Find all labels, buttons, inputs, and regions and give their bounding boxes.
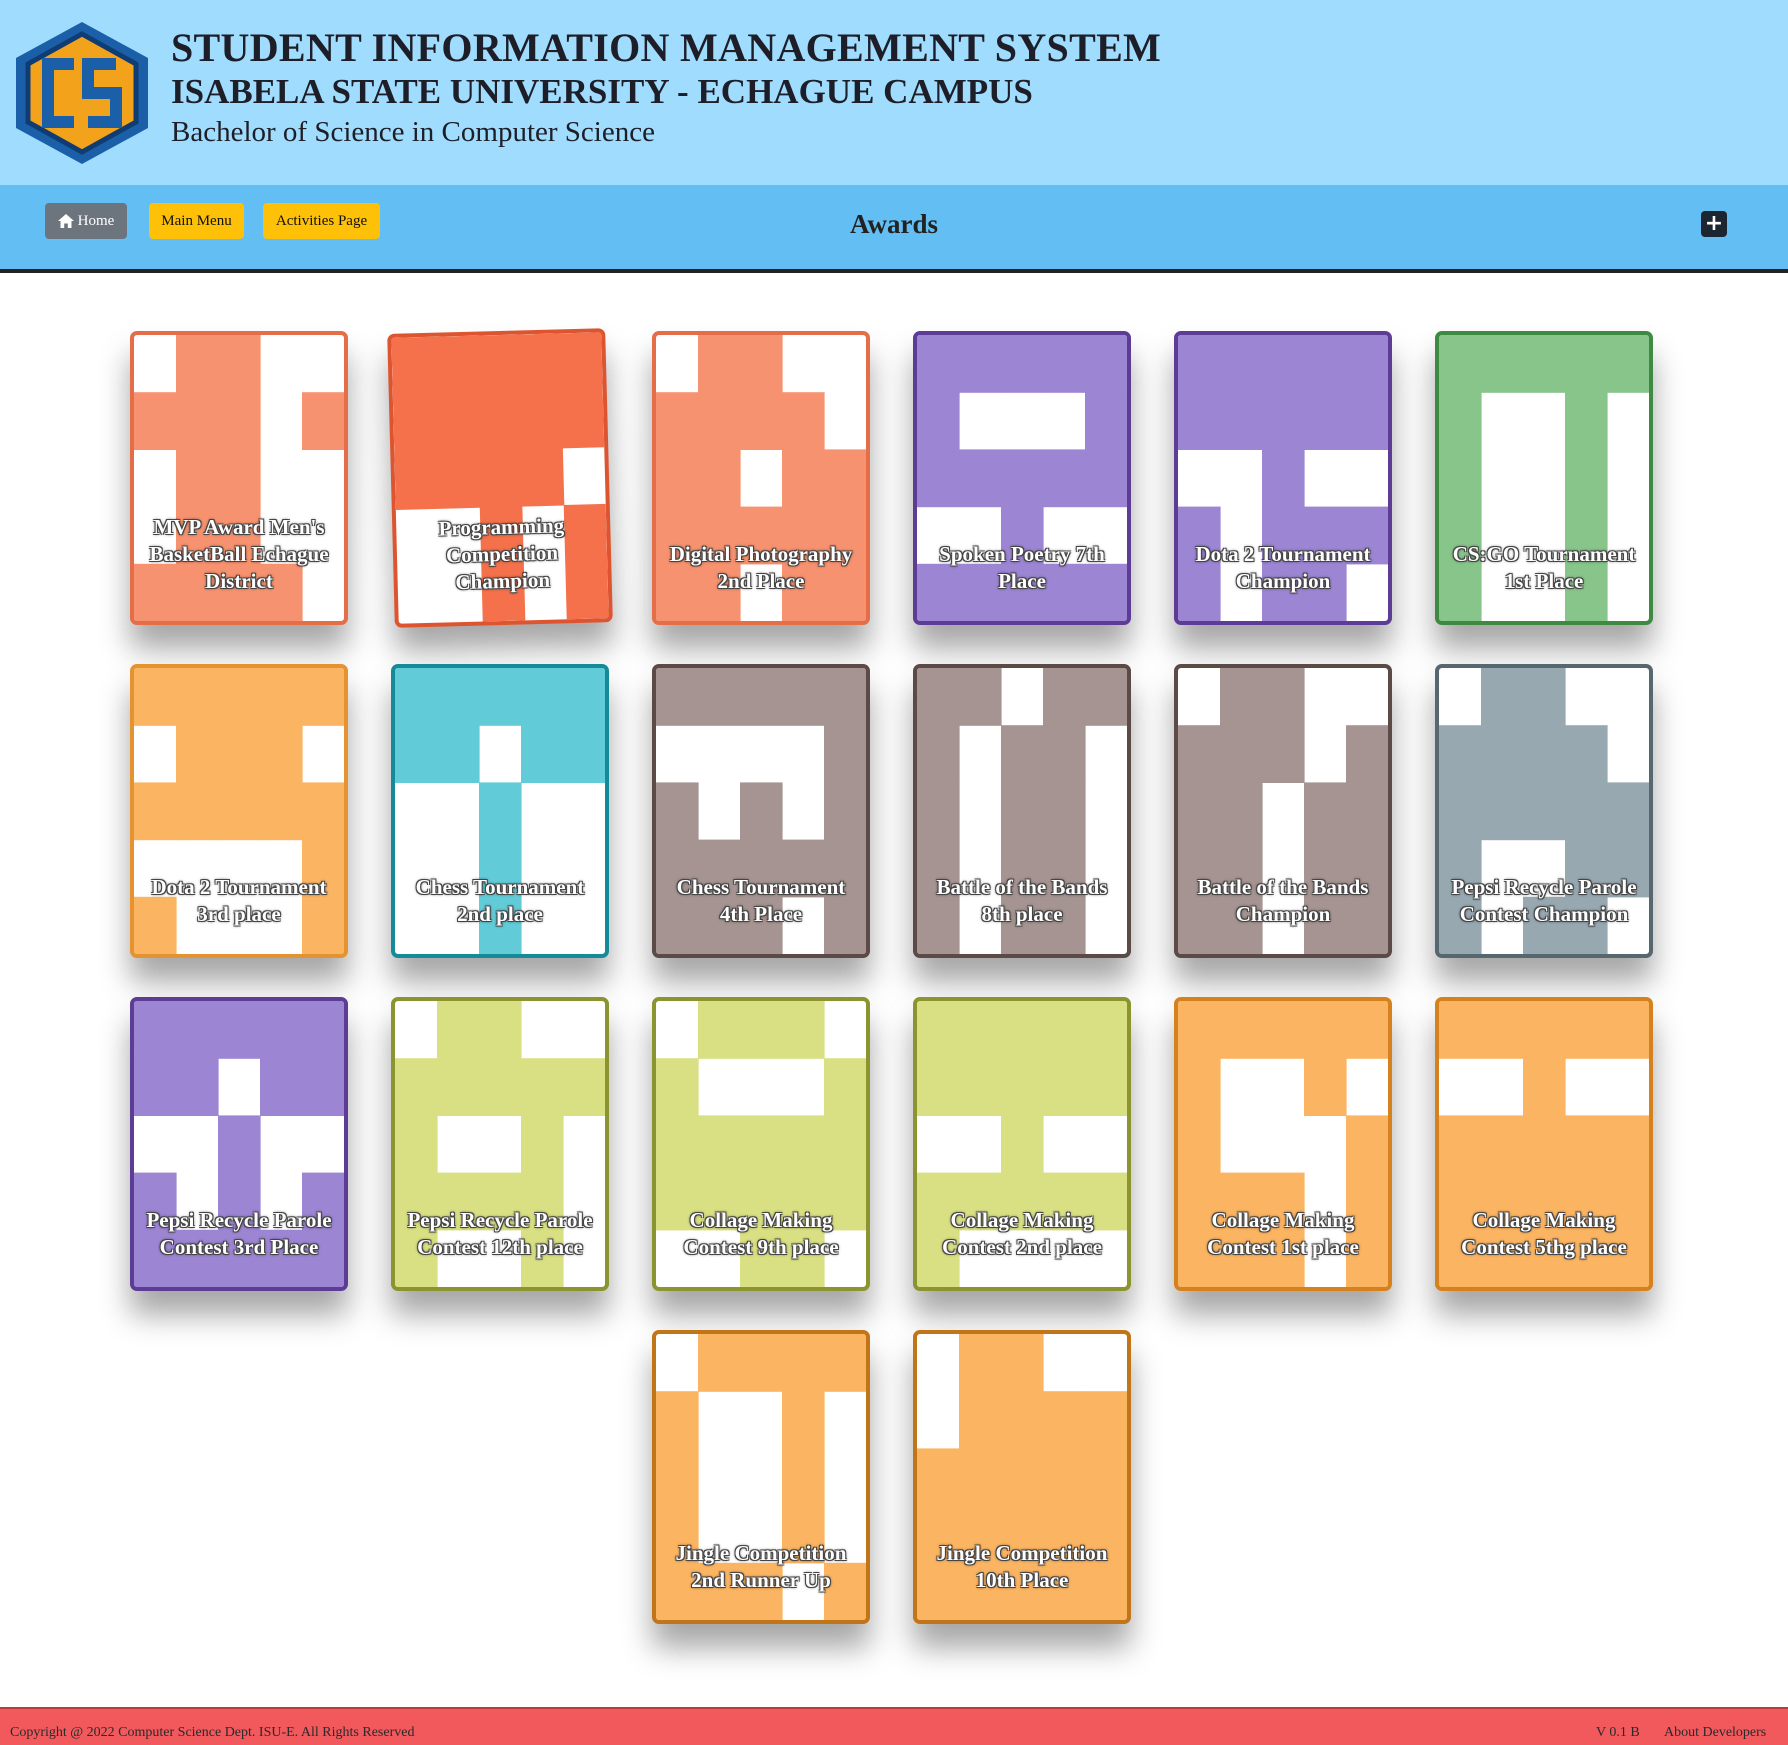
award-title: Chess Tournament 4th Place: [676, 875, 846, 926]
system-title: STUDENT INFORMATION MANAGEMENT SYSTEM: [171, 25, 1162, 70]
award-card[interactable]: CS:GO Tournament 1st Place: [1435, 331, 1653, 625]
award-card[interactable]: Programming Competition Champion: [387, 328, 613, 628]
footer: Copyright @ 2022 Computer Science Dept. …: [0, 1707, 1788, 1745]
page-title: Awards: [849, 209, 938, 239]
award-card[interactable]: Collage Making Contest 2nd place: [913, 997, 1131, 1291]
award-card[interactable]: Chess Tournament 2nd place: [391, 664, 609, 958]
cs-hexagon-logo-icon: [16, 22, 148, 164]
awards-grid: MVP Award Men's BasketBall Echague Distr…: [0, 269, 1788, 1707]
award-title: Jingle Competition 2nd Runner Up: [675, 1541, 847, 1592]
site-header: STUDENT INFORMATION MANAGEMENT SYSTEM IS…: [0, 0, 1788, 185]
award-card[interactable]: Collage Making Contest 9th place: [652, 997, 870, 1291]
award-title: Collage Making Contest 2nd place: [942, 1208, 1102, 1259]
award-title: Dota 2 Tournament Champion: [1195, 542, 1371, 593]
award-card[interactable]: Spoken Poetry 7th Place: [913, 331, 1131, 625]
award-card[interactable]: Collage Making Contest 1st place: [1174, 997, 1392, 1291]
award-card[interactable]: MVP Award Men's BasketBall Echague Distr…: [130, 331, 348, 625]
award-card[interactable]: Pepsi Recycle Parole Contest 3rd Place: [130, 997, 348, 1291]
about-developers-link[interactable]: About Developers: [1664, 1725, 1766, 1741]
plus-square-icon[interactable]: +: [1701, 211, 1727, 237]
award-title: Chess Tournament 2nd place: [415, 875, 585, 926]
award-title: Digital Photography 2nd Place: [669, 542, 853, 593]
award-title: Battle of the Bands Champion: [1197, 875, 1369, 926]
award-card[interactable]: Jingle Competition 10th Place: [913, 1330, 1131, 1624]
award-title: Spoken Poetry 7th Place: [939, 542, 1105, 593]
award-card[interactable]: Collage Making Contest 5thg place: [1435, 997, 1653, 1291]
award-title: Programming Competition Champion: [438, 513, 565, 595]
award-title: Collage Making Contest 9th place: [683, 1208, 839, 1259]
copyright-text: Copyright @ 2022 Computer Science Dept. …: [10, 1725, 415, 1740]
navbar: Home Main Menu Activities Page Awards +: [0, 185, 1788, 273]
award-card[interactable]: Battle of the Bands 8th place: [913, 664, 1131, 958]
award-card[interactable]: Digital Photography 2nd Place: [652, 331, 870, 625]
award-title: CS:GO Tournament 1st Place: [1452, 542, 1636, 593]
award-title: Collage Making Contest 5thg place: [1461, 1208, 1627, 1259]
award-title: Collage Making Contest 1st place: [1207, 1208, 1359, 1259]
award-card[interactable]: Dota 2 Tournament Champion: [1174, 331, 1392, 625]
award-card[interactable]: Pepsi Recycle Parole Contest Champion: [1435, 664, 1653, 958]
award-card[interactable]: Battle of the Bands Champion: [1174, 664, 1392, 958]
award-title: MVP Award Men's BasketBall Echague Distr…: [149, 515, 329, 593]
course-name: Bachelor of Science in Computer Science: [171, 116, 655, 148]
award-card[interactable]: Jingle Competition 2nd Runner Up: [652, 1330, 870, 1624]
university-name: ISABELA STATE UNIVERSITY - ECHAGUE CAMPU…: [171, 72, 1033, 111]
award-title: Dota 2 Tournament 3rd place: [151, 875, 327, 926]
award-title: Pepsi Recycle Parole Contest Champion: [1451, 875, 1637, 926]
award-title: Jingle Competition 10th Place: [936, 1541, 1108, 1592]
award-title: Pepsi Recycle Parole Contest 12th place: [407, 1208, 593, 1259]
award-title: Pepsi Recycle Parole Contest 3rd Place: [146, 1208, 332, 1259]
version-text: V 0.1 B: [1596, 1725, 1640, 1740]
award-card[interactable]: Pepsi Recycle Parole Contest 12th place: [391, 997, 609, 1291]
award-title: Battle of the Bands 8th place: [936, 875, 1108, 926]
award-card[interactable]: Dota 2 Tournament 3rd place: [130, 664, 348, 958]
award-card[interactable]: Chess Tournament 4th Place: [652, 664, 870, 958]
